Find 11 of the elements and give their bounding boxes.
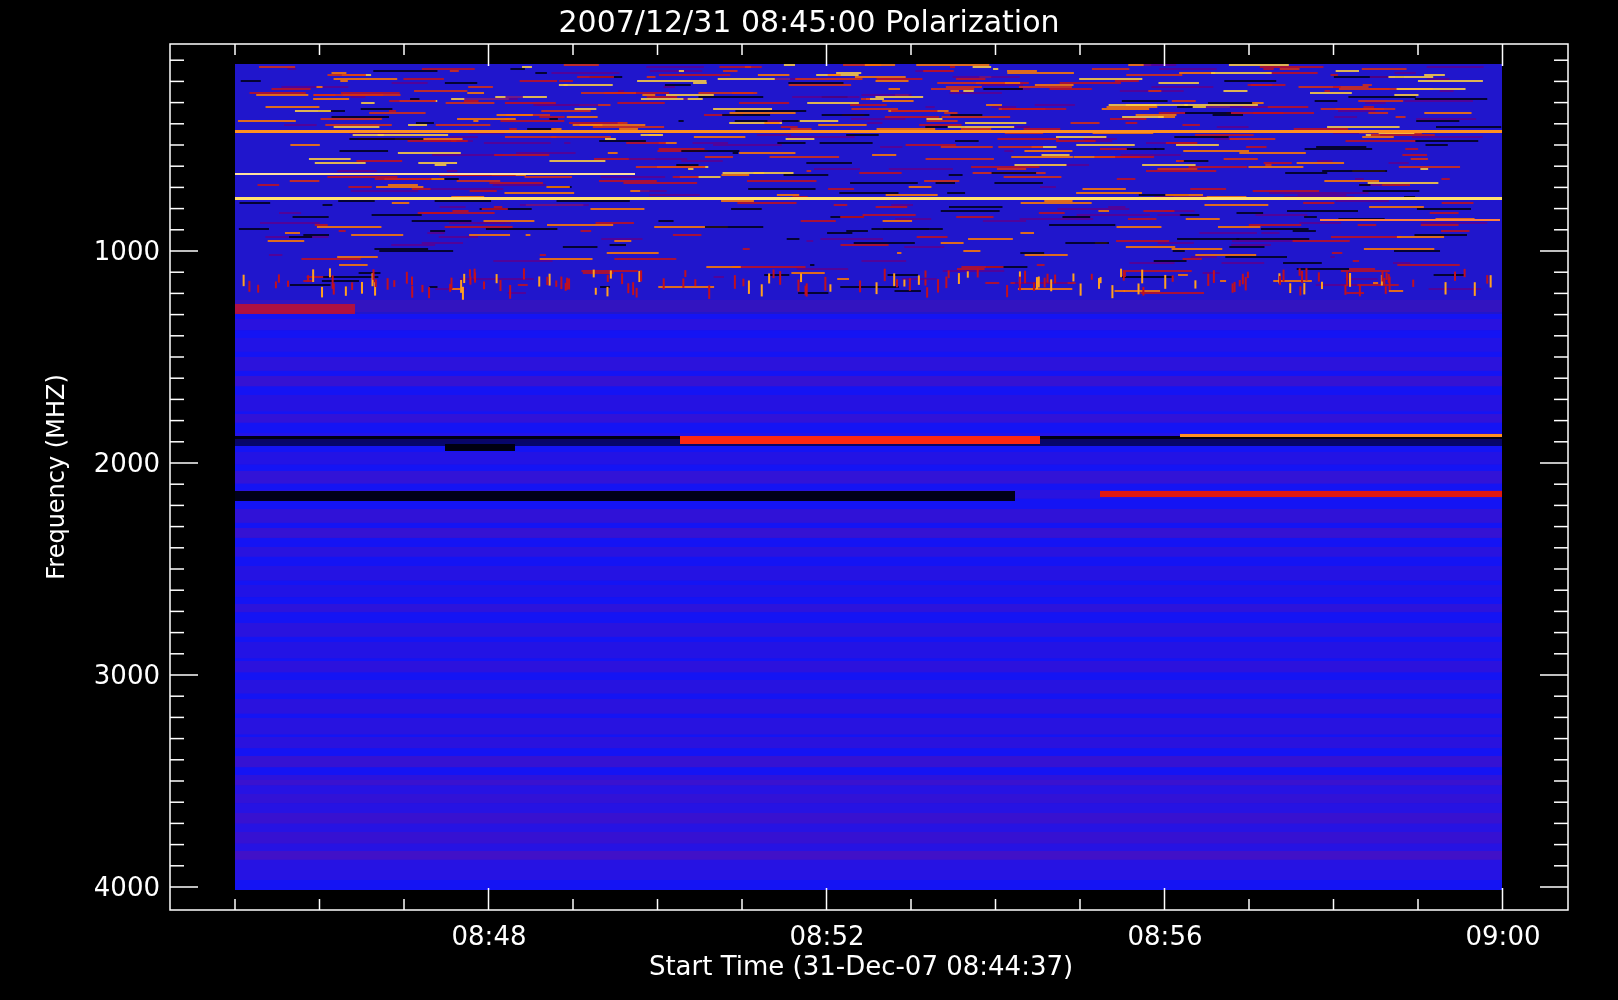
x-tick-label: 08:56 bbox=[1127, 921, 1203, 951]
plot-title: 2007/12/31 08:45:00 Polarization bbox=[558, 4, 1060, 39]
y-tick-label: 2000 bbox=[93, 448, 160, 478]
y-tick-label: 1000 bbox=[93, 236, 160, 266]
x-axis-label: Start Time (31-Dec-07 08:44:37) bbox=[648, 951, 1074, 981]
y-axis-label: Frequency (MHZ) bbox=[42, 374, 70, 580]
x-tick-label: 08:52 bbox=[789, 921, 865, 951]
x-tick-label: 09:00 bbox=[1465, 921, 1541, 951]
y-tick-label: 3000 bbox=[93, 660, 160, 690]
x-tick-label: 08:48 bbox=[451, 921, 527, 951]
y-tick-label: 4000 bbox=[93, 872, 160, 902]
